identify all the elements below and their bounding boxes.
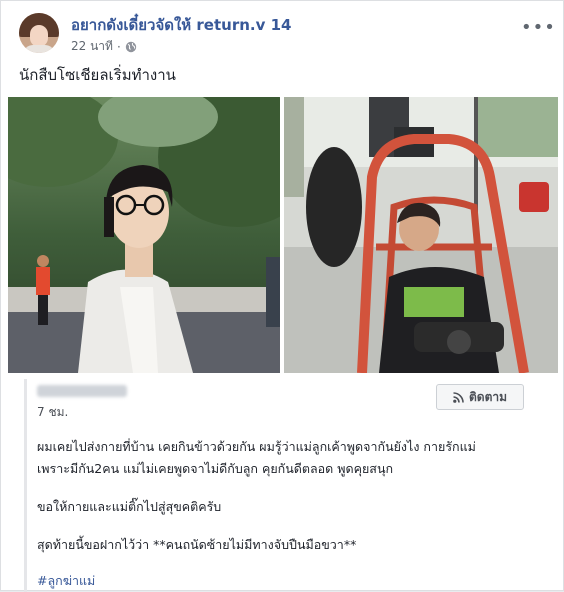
globe-icon [125, 41, 136, 52]
shared-post-time[interactable]: 7 ชม. [37, 403, 68, 422]
post-timestamp[interactable]: 22 นาที [71, 37, 113, 56]
avatar[interactable] [19, 13, 59, 53]
shared-text-line-2: เพราะมีกัน2คน แม่ไม่เคยพูดจาไม่ดีกับลูก … [37, 461, 394, 476]
post-text: นักสืบโซเชียลเริ่มทำงาน [19, 66, 176, 84]
group-name-link[interactable]: อยากดังเดี๋ยวจัดให้ return.v 14 [71, 13, 291, 37]
hashtag-link[interactable]: #ลูกฆ่าแม่ [37, 571, 95, 591]
shared-post: 7 ชม. ติดตาม ผมเคยไปส่งกายที่บ้าน เคยกิน… [24, 379, 547, 592]
shared-text-line-1: ผมเคยไปส่งกายที่บ้าน เคยกินข้าวด้วยกัน ผ… [37, 439, 476, 454]
post-meta: 22 นาที · [71, 37, 137, 56]
photo-2-image [284, 97, 558, 373]
follow-button-label: ติดตาม [468, 389, 508, 404]
post-photo-person-glasses[interactable] [8, 97, 280, 373]
more-options-icon[interactable]: ••• [521, 17, 556, 38]
follow-button[interactable]: ติดตาม [436, 384, 524, 410]
rss-icon [453, 391, 464, 403]
meta-separator: · [116, 39, 121, 54]
post-photo-child-in-car[interactable] [284, 97, 558, 373]
shared-text-line-3: ขอให้กายและแม่ติ๊กไปสู่สุขคติครับ [37, 499, 222, 514]
blurred-author-name [37, 385, 127, 397]
shared-text-line-4: สุดท้ายนี้ขอฝากไว้ว่า **คนถนัดซ้ายไม่มีท… [37, 537, 357, 552]
post-card: อยากดังเดี๋ยวจัดให้ return.v 14 22 นาที … [0, 0, 564, 592]
photo-1-image [8, 97, 280, 373]
